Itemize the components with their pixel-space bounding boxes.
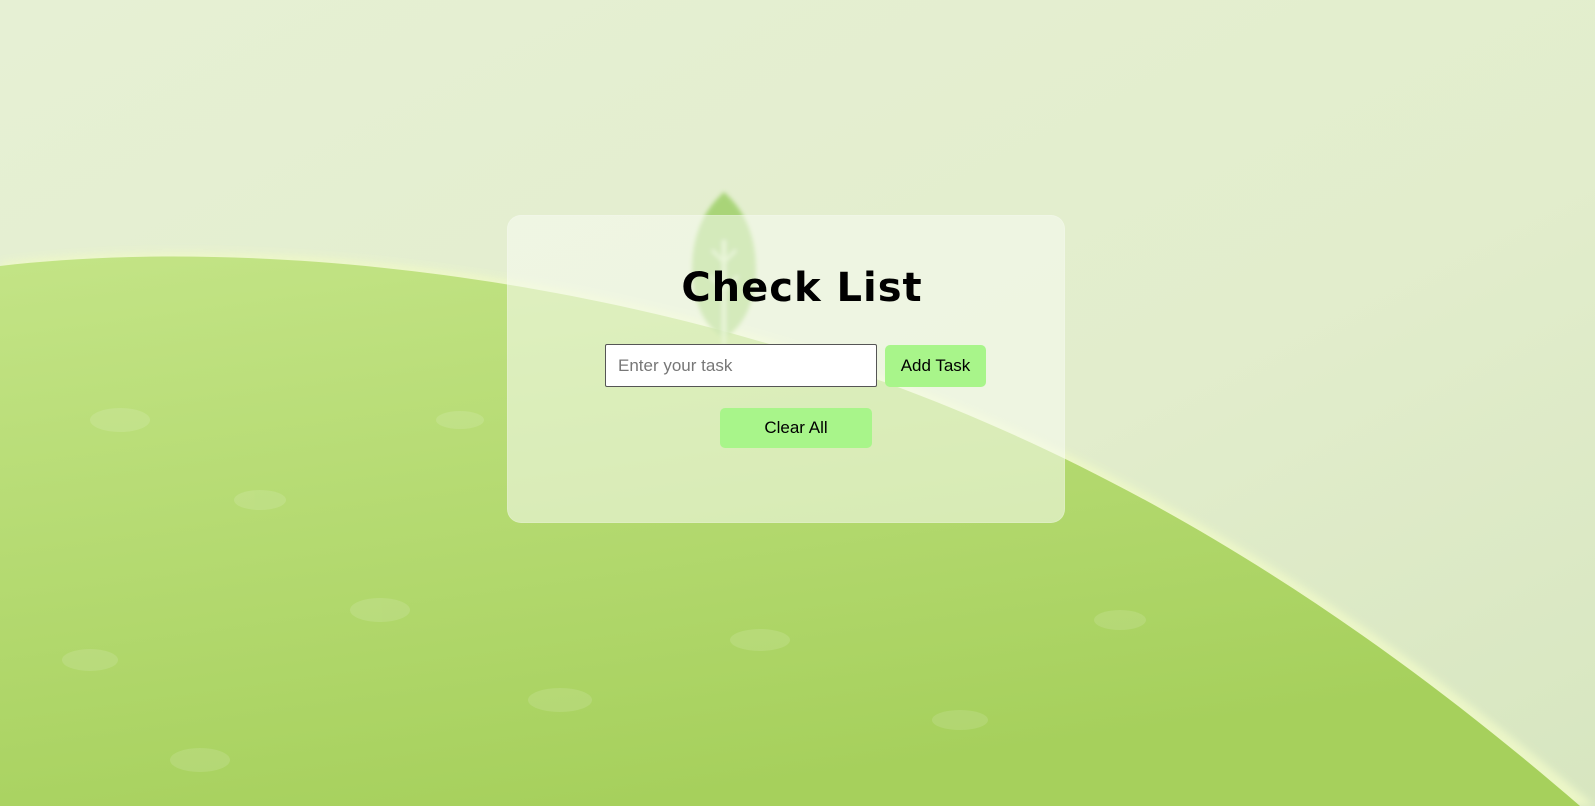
page-title: Check List [681,265,923,311]
add-task-button[interactable]: Add Task [885,345,986,387]
task-input[interactable] [605,344,877,387]
checklist-card: Check List Add Task Clear All [507,215,1065,523]
clear-all-button[interactable]: Clear All [720,408,872,448]
